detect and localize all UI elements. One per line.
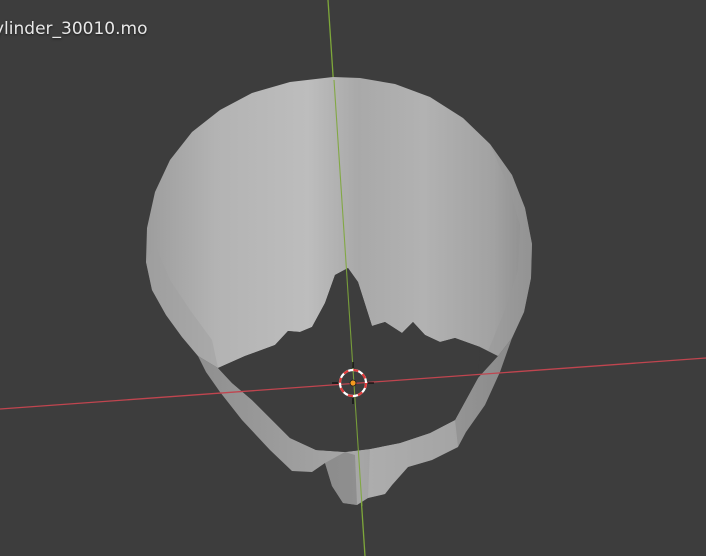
object-name-label: ylinder_30010.mo [0, 19, 148, 39]
object-origin-icon [349, 379, 357, 387]
3d-viewport[interactable]: ylinder_30010.mo [0, 0, 706, 556]
viewport-canvas[interactable] [0, 0, 706, 556]
